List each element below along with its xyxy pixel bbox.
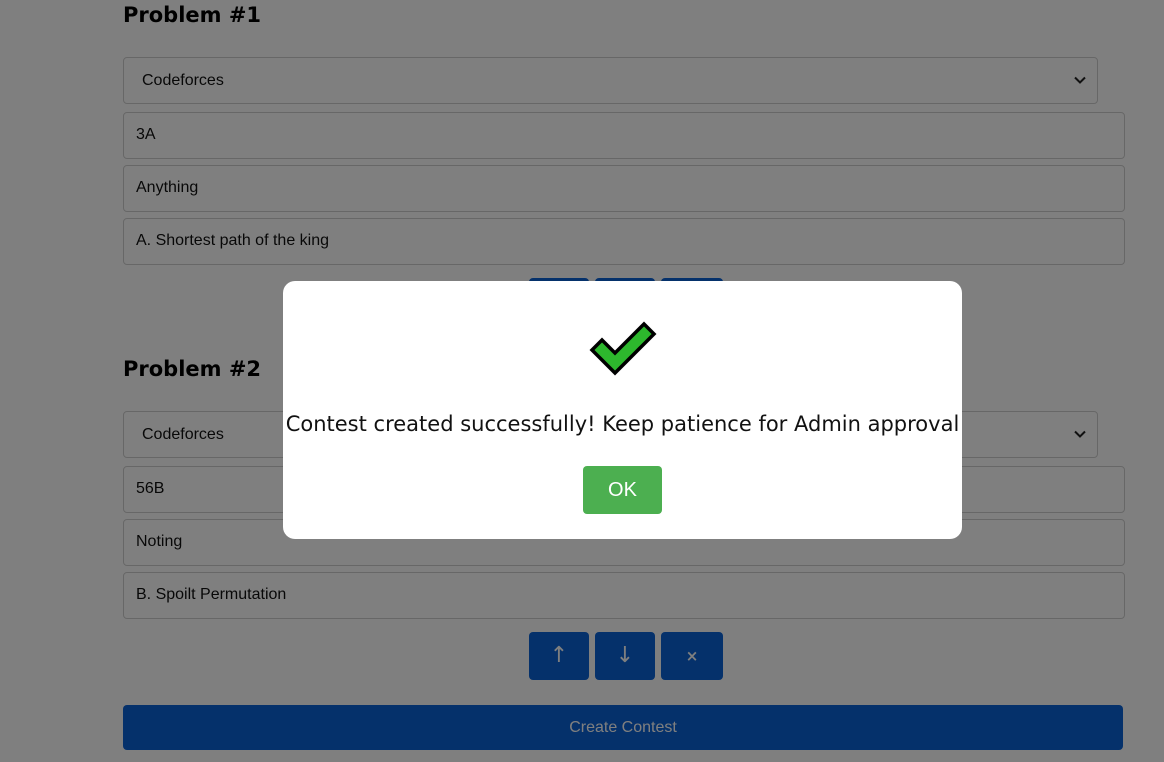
success-check-icon — [589, 321, 657, 376]
success-dialog: Contest created successfully! Keep patie… — [283, 281, 962, 539]
success-message: Contest created successfully! Keep patie… — [285, 412, 960, 436]
contest-form-page: Problem #1 Codeforces 3A Anything A. Sho… — [0, 0, 1164, 762]
ok-button[interactable]: OK — [583, 466, 662, 514]
